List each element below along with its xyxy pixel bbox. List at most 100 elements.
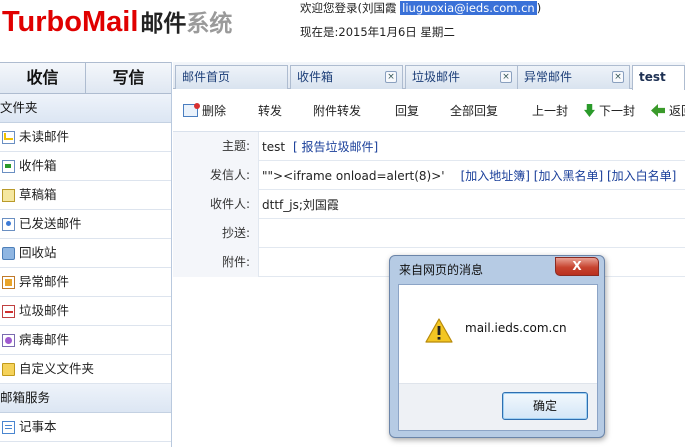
tab-label: 异常邮件 xyxy=(524,70,573,84)
subject-row: 主题: test [ 报告垃圾邮件] xyxy=(173,131,685,161)
sent-mail-icon xyxy=(2,217,15,231)
forward-attachment-button[interactable]: 附件转发 xyxy=(313,102,361,119)
user-welcome: 欢迎您登录(刘国霞 liuguoxia@ieds.com.cn) xyxy=(300,0,541,16)
sidebar-item-spam[interactable]: 垃圾邮件 xyxy=(0,297,171,326)
tab-mail-home[interactable]: 邮件首页 xyxy=(175,65,288,89)
sidebar-item-recycle-bin[interactable]: 回收站 xyxy=(0,239,171,268)
sidebar: 收信 写信 文件夹 未读邮件 收件箱 草稿箱 已发送邮件 回收站 异常邮件 垃圾… xyxy=(0,62,172,447)
compose-mail-button[interactable]: 写信 xyxy=(85,63,171,93)
back-button[interactable]: 返回 xyxy=(651,102,685,119)
next-mail-button[interactable]: 下一封 xyxy=(584,102,635,119)
unread-mail-icon xyxy=(2,130,15,144)
sidebar-item-label: 回收站 xyxy=(19,245,57,260)
sidebar-item-label: 病毒邮件 xyxy=(19,332,70,347)
next-mail-label: 下一封 xyxy=(599,104,636,118)
sidebar-item-abnormal[interactable]: 异常邮件 xyxy=(0,268,171,297)
close-icon[interactable]: × xyxy=(385,71,397,83)
sidebar-item-label: 异常邮件 xyxy=(19,274,70,289)
delete-label: 删除 xyxy=(202,104,227,118)
drafts-icon xyxy=(2,188,15,202)
prev-mail-button[interactable]: 上一封 xyxy=(532,102,568,119)
forward-button[interactable]: 转发 xyxy=(258,102,282,119)
reply-button[interactable]: 回复 xyxy=(395,102,419,119)
cc-row: 抄送: xyxy=(173,218,685,248)
prev-mail-label: 上一封 xyxy=(532,104,569,118)
inbox-icon xyxy=(2,159,15,173)
report-spam-link[interactable]: [ 报告垃圾邮件] xyxy=(293,140,378,154)
from-label: 发信人: xyxy=(173,160,259,190)
delete-icon xyxy=(183,103,200,117)
arrow-left-icon xyxy=(651,104,665,117)
tab-spam[interactable]: 垃圾邮件 × xyxy=(405,65,518,89)
user-email[interactable]: liuguoxia@ieds.com.cn xyxy=(400,1,537,15)
from-row: 发信人: ""><iframe onload=alert(8)>' [加入地址簿]… xyxy=(173,160,685,190)
dialog-body: mail.ieds.com.cn 确定 xyxy=(398,284,598,431)
current-date: 现在是:2015年1月6日 星期二 xyxy=(300,25,455,39)
sidebar-item-inbox[interactable]: 收件箱 xyxy=(0,152,171,181)
subject-value-cell: test [ 报告垃圾邮件] xyxy=(259,138,378,155)
tab-inbox[interactable]: 收件箱 × xyxy=(290,65,403,89)
tab-abnormal[interactable]: 异常邮件 × xyxy=(517,65,630,89)
abnormal-mail-icon xyxy=(2,275,15,289)
tab-label: 垃圾邮件 xyxy=(412,70,461,84)
reply-all-button[interactable]: 全部回复 xyxy=(450,102,498,119)
close-icon[interactable]: × xyxy=(500,71,512,83)
sidebar-item-sent[interactable]: 已发送邮件 xyxy=(0,210,171,239)
sidebar-item-label: 垃圾邮件 xyxy=(19,303,70,318)
recycle-bin-icon xyxy=(2,246,15,260)
sidebar-item-label: 未读邮件 xyxy=(19,129,70,144)
attachment-label: 附件: xyxy=(173,247,259,277)
virus-mail-icon xyxy=(2,333,15,347)
receive-mail-button[interactable]: 收信 xyxy=(0,63,85,93)
sidebar-item-drafts[interactable]: 草稿箱 xyxy=(0,181,171,210)
folders-header[interactable]: 文件夹 xyxy=(0,94,171,123)
mail-from: ""><iframe onload=alert(8)>' xyxy=(262,168,445,183)
sidebar-item-virus[interactable]: 病毒邮件 xyxy=(0,326,171,355)
alert-dialog: 来自网页的消息 X mail.ieds.com.cn 确定 xyxy=(389,255,605,438)
folder-list: 未读邮件 收件箱 草稿箱 已发送邮件 回收站 异常邮件 垃圾邮件 病毒邮件 自定… xyxy=(0,123,171,384)
dialog-footer: 确定 xyxy=(399,383,597,430)
brand-name: TurboMail xyxy=(2,6,139,38)
sidebar-item-label: 收件箱 xyxy=(19,158,57,173)
delete-button[interactable]: 删除 xyxy=(183,102,226,119)
custom-folder-icon xyxy=(2,362,15,376)
cc-label: 抄送: xyxy=(173,218,259,248)
reply-all-label: 全部回复 xyxy=(450,104,499,118)
dialog-message: mail.ieds.com.cn xyxy=(465,321,567,335)
tab-label: test xyxy=(639,70,666,84)
mail-to: dttf_js;刘国霞 xyxy=(262,197,339,212)
forward-attachment-label: 附件转发 xyxy=(313,104,362,118)
sidebar-item-notepad[interactable]: 记事本 xyxy=(0,413,171,442)
mail-toolbar: 删除 转发 附件转发 回复 全部回复 上一封 下一封 返回 xyxy=(173,90,685,132)
ok-button[interactable]: 确定 xyxy=(502,392,588,420)
sidebar-item-custom-folder[interactable]: 自定义文件夹 xyxy=(0,355,171,384)
back-label: 返回 xyxy=(669,104,685,118)
tab-label: 收件箱 xyxy=(297,70,334,84)
tab-bar: 邮件首页 收件箱 × 垃圾邮件 × 异常邮件 × test xyxy=(173,62,685,90)
sidebar-item-label: 自定义文件夹 xyxy=(19,361,95,376)
add-address-book-link[interactable]: [加入地址簿] xyxy=(461,169,530,183)
notepad-icon xyxy=(2,420,15,434)
sidebar-item-label: 记事本 xyxy=(19,419,57,434)
close-icon[interactable]: × xyxy=(612,71,624,83)
sidebar-item-label: 已发送邮件 xyxy=(19,216,82,231)
arrow-down-icon xyxy=(584,104,595,117)
dialog-close-button[interactable]: X xyxy=(555,257,599,276)
from-value-cell: ""><iframe onload=alert(8)>' [加入地址簿] [加入黑… xyxy=(259,167,676,184)
tab-label: 邮件首页 xyxy=(182,70,231,84)
sidebar-item-unread[interactable]: 未读邮件 xyxy=(0,123,171,152)
to-row: 收件人: dttf_js;刘国霞 xyxy=(173,189,685,219)
subject-label: 主题: xyxy=(173,131,259,161)
add-blacklist-link[interactable]: [加入黑名单] xyxy=(534,169,603,183)
services-header[interactable]: 邮箱服务 xyxy=(0,384,171,413)
sidebar-item-label: 草稿箱 xyxy=(19,187,57,202)
welcome-suffix: ) xyxy=(536,1,542,15)
mail-actions: 收信 写信 xyxy=(0,62,171,94)
tab-test[interactable]: test xyxy=(632,65,685,90)
brand-sub2: 系统 xyxy=(186,11,233,37)
add-whitelist-link[interactable]: [加入白名单] xyxy=(607,169,676,183)
mail-subject: test xyxy=(262,139,286,154)
brand-sub1: 邮件 xyxy=(140,11,187,37)
app-logo: TurboMail邮件系统 xyxy=(2,4,232,44)
dialog-title: 来自网页的消息 xyxy=(399,263,484,277)
